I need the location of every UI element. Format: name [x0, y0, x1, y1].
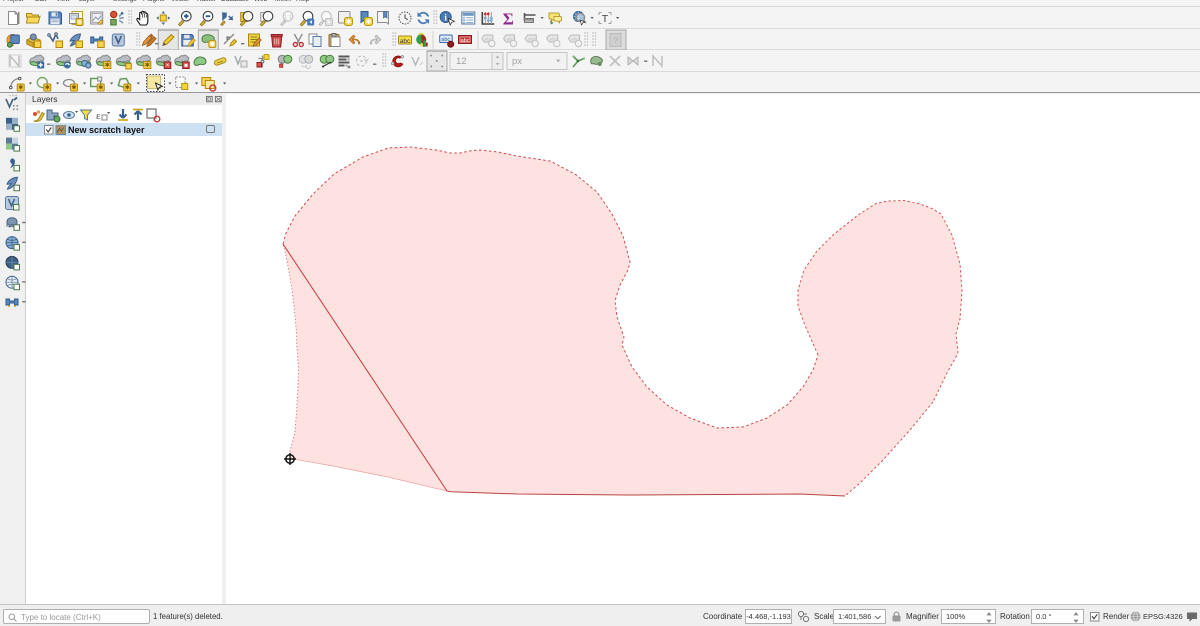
svg-text:✱: ✱	[98, 84, 104, 92]
svg-text:12: 12	[456, 56, 467, 67]
svg-text:✱: ✱	[145, 61, 151, 69]
svg-text:?: ?	[613, 37, 618, 46]
svg-text:✱: ✱	[71, 84, 77, 92]
svg-text:✱: ✱	[209, 40, 215, 48]
svg-text:abc: abc	[400, 38, 411, 45]
svg-text:✱: ✱	[366, 18, 372, 26]
svg-text:✱: ✱	[105, 61, 111, 69]
svg-text:Σ: Σ	[503, 10, 514, 29]
svg-text:1:1: 1:1	[284, 14, 292, 20]
svg-text:px: px	[512, 56, 522, 67]
svg-text:T: T	[602, 13, 609, 25]
svg-text:✱: ✱	[346, 18, 352, 26]
svg-text:×: ×	[166, 63, 170, 69]
svg-text:abc: abc	[461, 38, 470, 44]
svg-text:✱: ✱	[125, 84, 131, 92]
svg-text:ε: ε	[96, 110, 101, 122]
svg-text:✱: ✱	[18, 84, 24, 92]
svg-text:✱: ✱	[45, 84, 51, 92]
